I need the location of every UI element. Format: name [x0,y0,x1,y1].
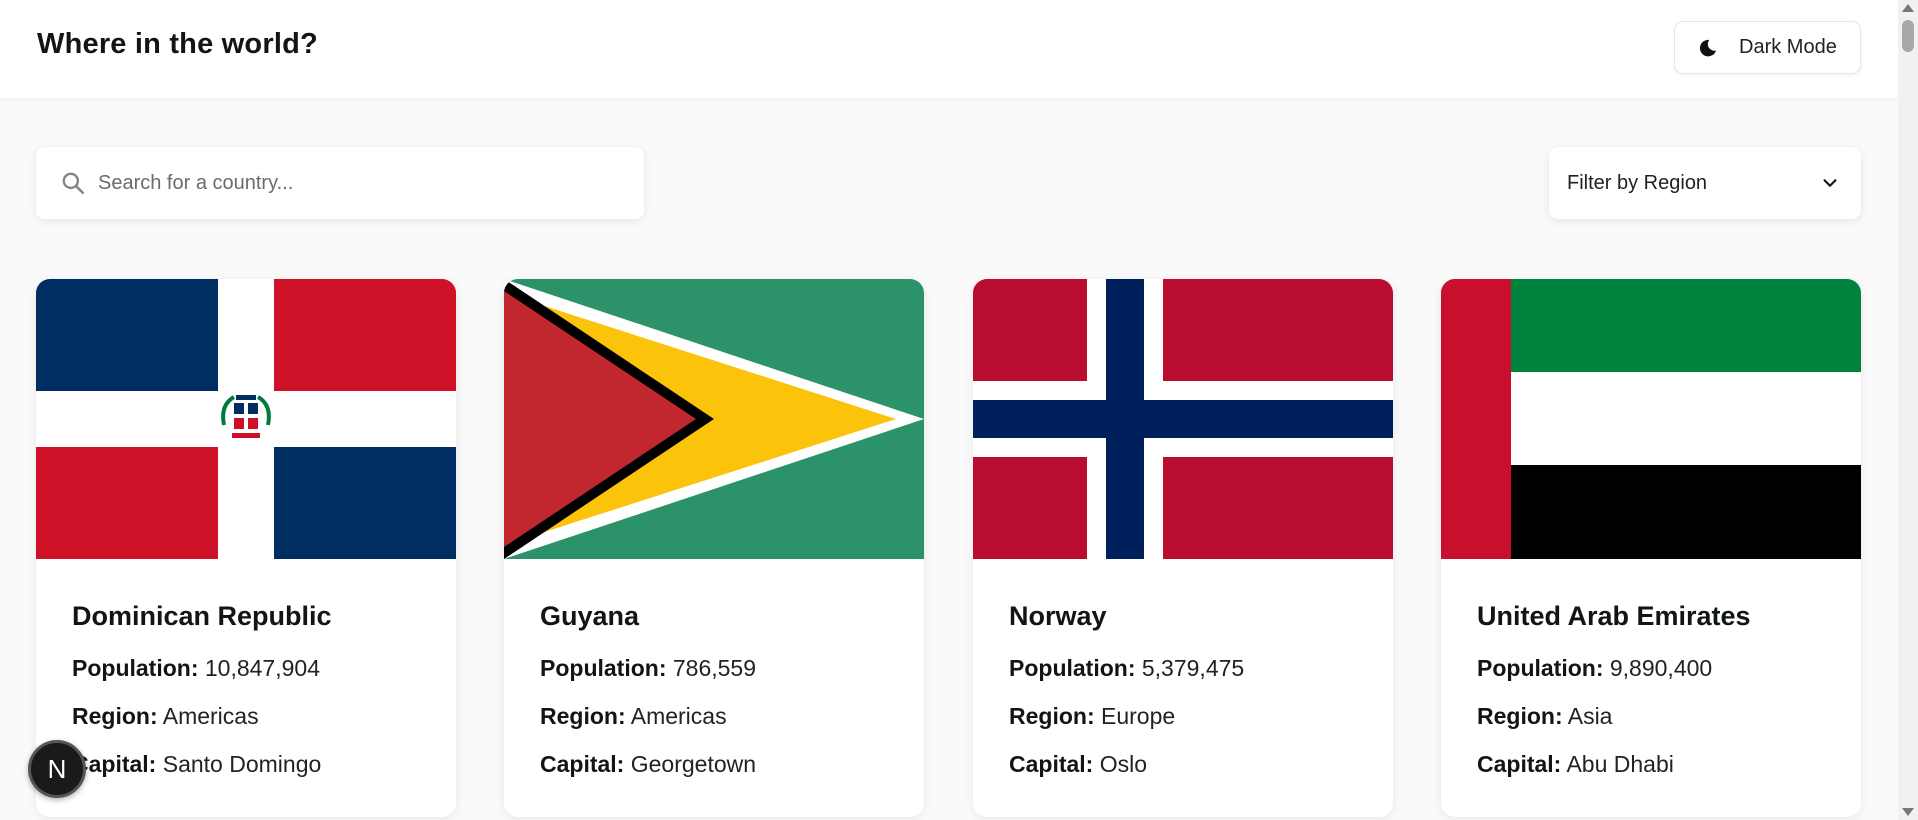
norway-flag-icon [973,279,1393,559]
region-row: Region: Americas [72,703,259,729]
chevron-down-icon [1819,172,1841,194]
dark-mode-toggle-button[interactable]: Dark Mode [1674,21,1861,74]
dark-mode-label: Dark Mode [1739,36,1837,58]
country-card[interactable]: Dominican Republic Population: 10,847,90… [36,279,456,817]
population-row: Population: 10,847,904 [72,655,320,681]
search-box[interactable] [36,147,644,219]
country-name: United Arab Emirates [1477,601,1751,631]
country-card[interactable]: United Arab Emirates Population: 9,890,4… [1441,279,1861,817]
region-filter-label: Filter by Region [1567,171,1708,194]
capital-row: Capital: Georgetown [540,751,757,777]
country-card[interactable]: Guyana Population: 786,559 Region: Ameri… [504,279,924,817]
nextjs-dev-badge[interactable]: N [28,740,86,798]
population-row: Population: 5,379,475 [1009,655,1245,681]
country-card[interactable]: Norway Population: 5,379,475 Region: Eur… [973,279,1393,817]
search-input[interactable] [98,171,598,195]
moon-icon [1697,37,1719,59]
region-filter-dropdown[interactable]: Filter by Region [1549,147,1861,219]
country-name: Dominican Republic [72,601,332,631]
scroll-down-arrow-icon[interactable] [1902,808,1914,816]
capital-row: Capital: Santo Domingo [72,751,322,777]
guyana-flag-icon [504,279,924,559]
app-title: Where in the world? [37,28,318,60]
country-name: Guyana [540,601,640,631]
capital-row: Capital: Abu Dhabi [1477,751,1674,777]
app-header: Where in the world? Dark Mode [0,0,1898,98]
dominican-republic-flag-icon [36,279,456,559]
badge-letter: N [47,753,67,784]
capital-row: Capital: Oslo [1009,751,1148,777]
scrollbar-thumb[interactable] [1902,20,1914,52]
region-row: Region: Americas [540,703,727,729]
scroll-up-arrow-icon[interactable] [1902,4,1914,12]
population-row: Population: 9,890,400 [1477,655,1713,681]
region-row: Region: Europe [1009,703,1176,729]
country-name: Norway [1009,601,1107,631]
region-row: Region: Asia [1477,703,1613,729]
search-icon [60,170,86,196]
population-row: Population: 786,559 [540,655,757,681]
vertical-scrollbar[interactable] [1898,0,1918,820]
uae-flag-icon [1441,279,1861,559]
